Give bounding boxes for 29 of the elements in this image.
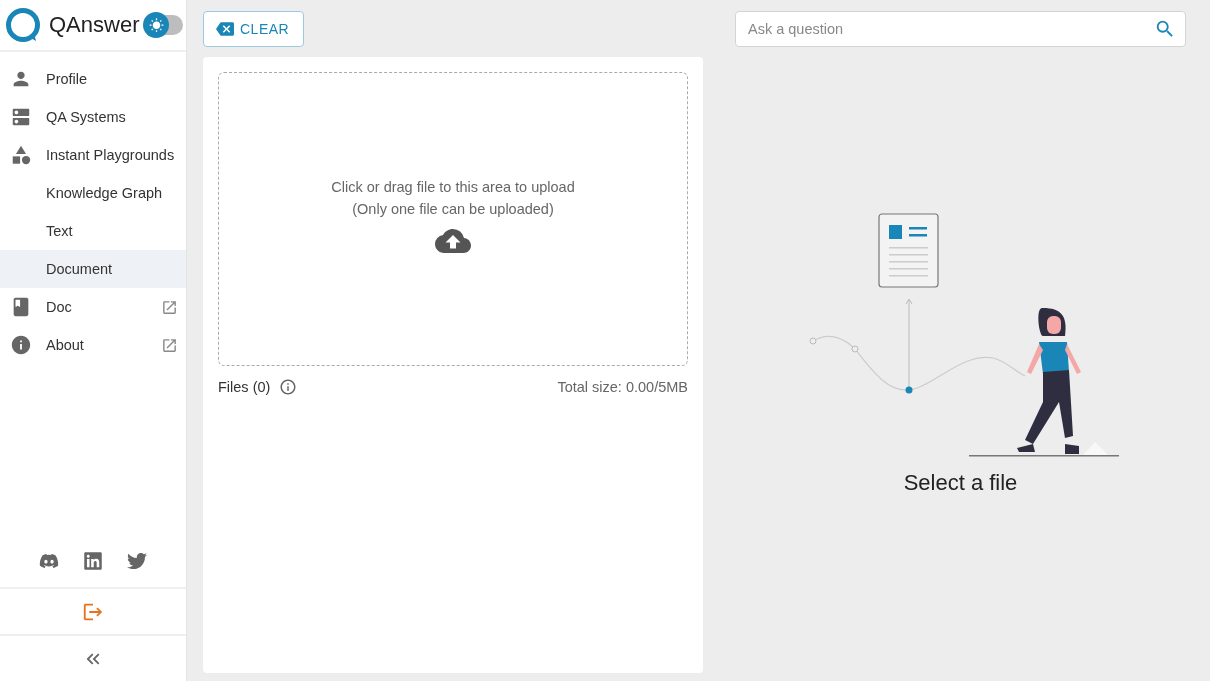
brand-name: QAnswer [49, 12, 140, 38]
upload-note: (Only one file can be uploaded) [352, 201, 554, 217]
nav-item[interactable]: Text [0, 212, 186, 250]
shapes-icon [10, 144, 32, 166]
backspace-icon [216, 20, 234, 38]
nav-item[interactable]: QA Systems [0, 98, 186, 136]
server-icon [10, 106, 32, 128]
nav-item[interactable]: Document [0, 250, 186, 288]
theme-toggle[interactable] [145, 15, 184, 35]
search-field[interactable]: Ask a question [735, 11, 1186, 47]
nav-item[interactable]: Profile [0, 60, 186, 98]
nav-item[interactable]: Knowledge Graph [0, 174, 186, 212]
twitter-icon[interactable] [127, 551, 147, 571]
info-icon[interactable] [279, 378, 298, 396]
total-size: Total size: 0.00/5MB [557, 379, 688, 395]
upload-drop-zone[interactable]: Click or drag file to this area to upload (Only one file can be uploaded) [218, 72, 688, 366]
clear-button[interactable]: CLEAR [203, 11, 305, 47]
logo-icon [5, 7, 41, 43]
empty-state-caption: Select a file [903, 470, 1018, 496]
nav-item[interactable]: Doc [0, 288, 186, 326]
upload-prompt: Click or drag file to this area to upload [331, 179, 575, 195]
discord-icon[interactable] [39, 551, 59, 571]
search-icon[interactable] [1154, 18, 1176, 40]
nav-item[interactable]: About [0, 326, 186, 364]
sun-icon [149, 17, 164, 33]
linkedin-icon[interactable] [83, 551, 103, 571]
nav-item[interactable]: Instant Playgrounds [0, 136, 186, 174]
info-icon [10, 334, 32, 356]
files-count: Files (0) [218, 379, 271, 395]
